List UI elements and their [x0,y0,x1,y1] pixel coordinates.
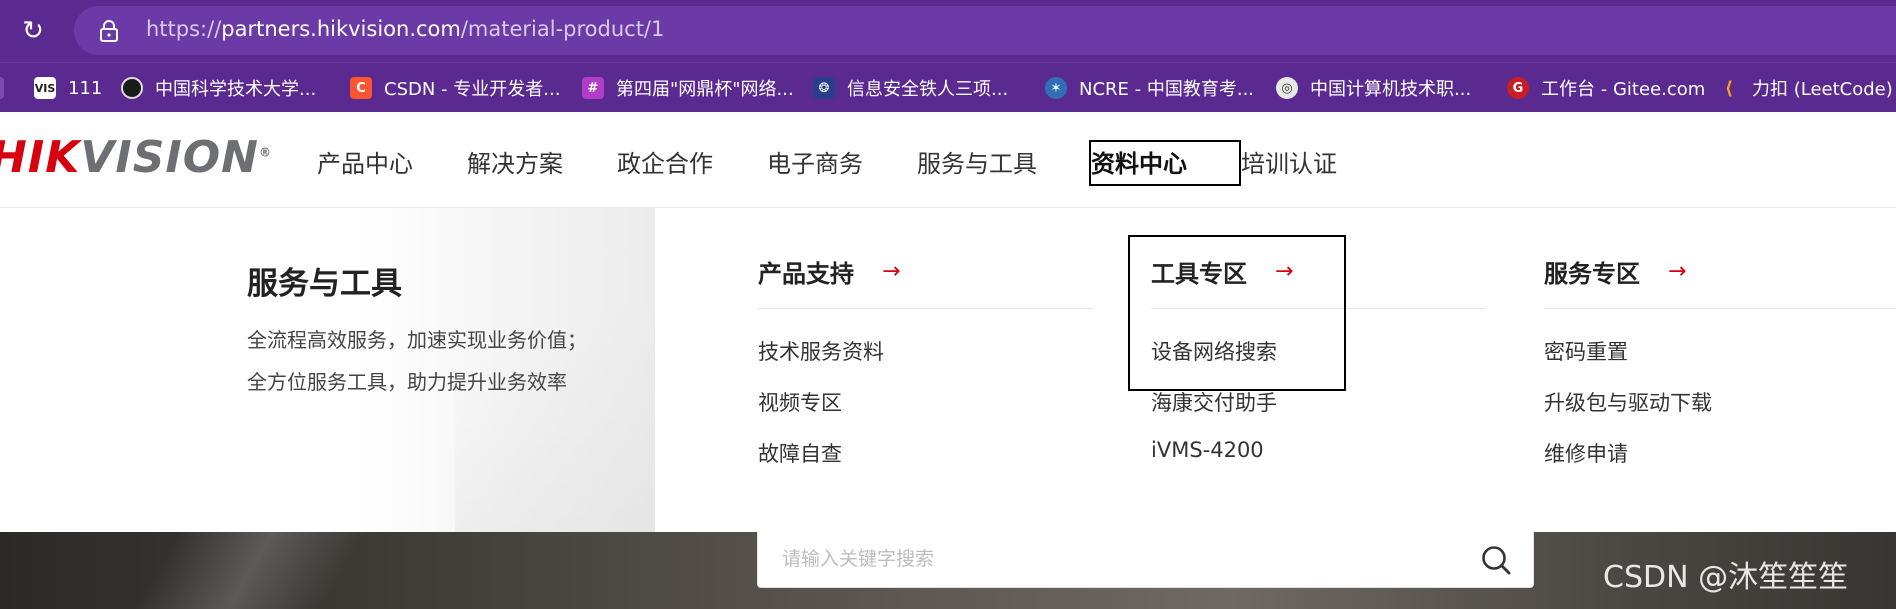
nav-training[interactable]: 培训认证 [1241,144,1337,179]
highlight-box [1089,140,1241,186]
search-input[interactable] [782,542,1442,576]
site-header: HIKVISION® 产品中心 解决方案 政企合作 电子商务 服务与工具 资料中… [0,112,1896,208]
menu-link[interactable]: 视频专区 [758,387,842,417]
page-content: HIKVISION® 产品中心 解决方案 政企合作 电子商务 服务与工具 资料中… [0,112,1896,609]
menu-link[interactable]: iVMS-4200 [1151,438,1264,462]
divider [1544,308,1896,309]
menu-description: 全方位服务工具，助力提升业务效率 [247,370,567,394]
bookmark-label: 111 [68,77,103,99]
nav-solutions[interactable]: 解决方案 [467,144,563,179]
menu-link[interactable]: 维修申请 [1544,438,1628,468]
bookmark-label: 第四届"网鼎杯"网络... [616,79,794,100]
url-text[interactable]: https://partners.hikvision.com/material-… [146,17,664,41]
bookmarks-bar: VIS 111 中国科学技术大学... C CSDN - 专业开发者... # … [0,62,1896,112]
menu-title: 服务与工具 [247,266,402,302]
bookmark-item[interactable]: 中国科学技术大学... [121,73,316,103]
bookmark-label: 力扣 (LeetCode) 全 [1752,79,1896,100]
bookmark-item[interactable]: ❂ 信息安全铁人三项... [813,73,1008,103]
column-heading-service[interactable]: 服务专区 → [1544,254,1686,289]
gitee-icon: G [1507,77,1529,99]
bookmark-item[interactable]: # 第四届"网鼎杯"网络... [582,73,794,103]
column-heading-label: 服务专区 [1544,260,1640,288]
menu-link[interactable]: 海康交付助手 [1151,387,1277,417]
divider [758,308,1093,309]
nav-product-center[interactable]: 产品中心 [317,144,413,179]
ustc-icon [121,77,143,99]
arrow-right-icon: → [882,259,901,284]
menu-link[interactable]: 技术服务资料 [758,336,884,366]
bookmark-item[interactable]: ✶ NCRE - 中国教育考... [1045,73,1254,103]
shield-icon: ❂ [813,77,835,99]
bookmark-label: 信息安全铁人三项... [847,79,1009,100]
bookmark-item[interactable]: G 工作台 - Gitee.com [1507,73,1705,103]
mega-menu: 服务与工具 全流程高效服务，加速实现业务价值； 全方位服务工具，助力提升业务效率… [0,208,1896,532]
wdb-icon: # [582,77,604,99]
column-heading-product-support[interactable]: 产品支持 → [758,254,900,289]
bookmark-item[interactable]: VIS 111 [34,73,102,103]
search-icon[interactable] [1480,544,1512,576]
lock-icon[interactable] [98,19,120,43]
bookmark-label: 中国计算机技术职... [1310,79,1472,100]
nav-service-tools[interactable]: 服务与工具 [917,144,1037,179]
bookmark-label: 中国科学技术大学... [155,79,317,100]
search-box[interactable] [757,532,1534,588]
csdn-icon: C [350,77,372,99]
bookmark-label: CSDN - 专业开发者... [384,79,561,100]
ccf-icon: ◎ [1276,77,1298,99]
address-bar[interactable]: https://partners.hikvision.com/material-… [74,6,1896,55]
bookmark-label: 工作台 - Gitee.com [1541,79,1706,100]
ncre-icon: ✶ [1045,77,1067,99]
bookmark-item[interactable]: ⟨ 力扣 (LeetCode) 全 [1718,73,1896,103]
reload-icon[interactable]: ↻ [16,14,50,48]
column-heading-label: 产品支持 [758,260,854,288]
menu-link[interactable]: 升级包与驱动下载 [1544,387,1712,417]
bookmark-item[interactable]: C CSDN - 专业开发者... [350,73,560,103]
highlight-box [1128,235,1346,391]
nav-ecommerce[interactable]: 电子商务 [767,144,863,179]
watermark: CSDN @沐笙笙笙 [1603,560,1849,595]
menu-link[interactable]: 密码重置 [1544,336,1628,366]
arrow-right-icon: → [1668,259,1687,284]
bookmark-label: NCRE - 中国教育考... [1079,79,1255,100]
bookmark-item[interactable] [0,73,4,103]
leetcode-icon: ⟨ [1724,77,1734,99]
bookmark-item[interactable]: ◎ 中国计算机技术职... [1276,73,1471,103]
menu-description: 全流程高效服务，加速实现业务价值； [247,328,587,352]
browser-toolbar: ↻ https://partners.hikvision.com/materia… [0,0,1896,62]
vis-icon: VIS [34,77,56,99]
hikvision-logo[interactable]: HIKVISION® [0,132,272,183]
nav-enterprise[interactable]: 政企合作 [617,144,713,179]
menu-link[interactable]: 故障自查 [758,438,842,468]
folder-icon [0,77,4,99]
